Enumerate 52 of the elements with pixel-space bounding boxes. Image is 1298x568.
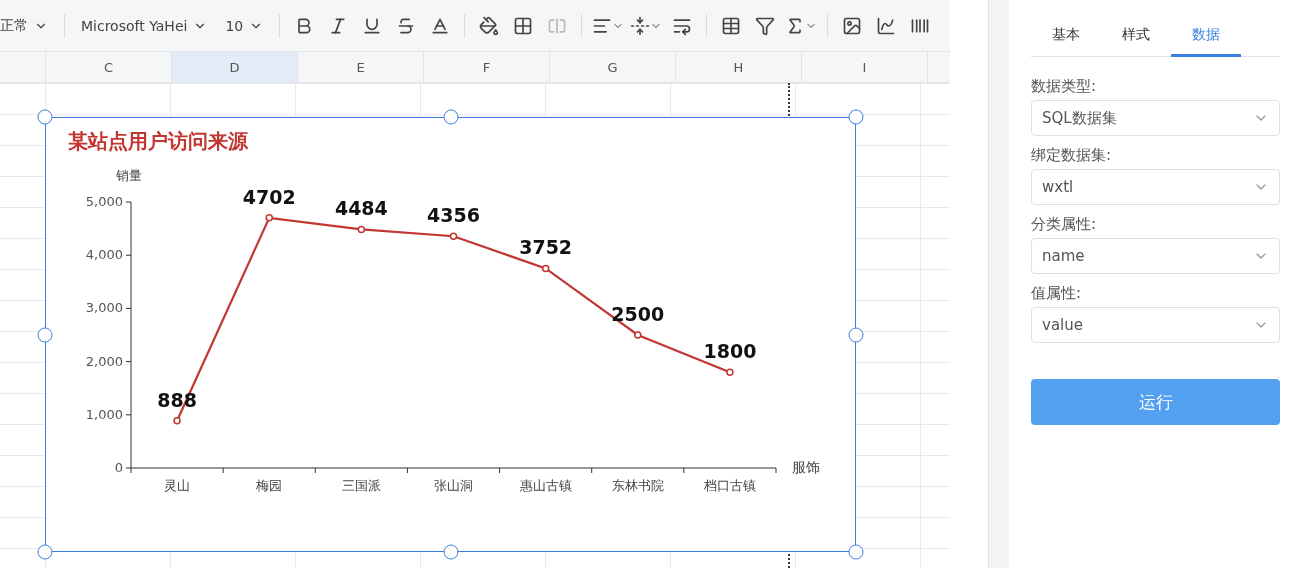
select-field[interactable]: SQL数据集 — [1031, 100, 1280, 136]
data-point — [265, 214, 273, 222]
y-tick-label: 2,000 — [85, 353, 123, 369]
data-label: 4356 — [427, 204, 480, 227]
y-tick-label: 5,000 — [85, 194, 123, 209]
tab[interactable]: 基本 — [1031, 18, 1101, 57]
field-label: 数据类型: — [1031, 77, 1098, 96]
data-label: 2500 — [611, 303, 665, 325]
column-header[interactable]: G — [550, 52, 676, 82]
x-tick-label: 档口古镇 — [703, 478, 756, 493]
resize-handle[interactable] — [37, 544, 53, 560]
column-header[interactable]: D — [172, 52, 298, 82]
tab[interactable]: 样式 — [1101, 18, 1171, 57]
y-axis-title: 销量 — [116, 168, 142, 183]
select-field[interactable]: name — [1031, 238, 1280, 274]
data-point — [449, 232, 458, 240]
field-label: 绑定数据集: — [1031, 146, 1113, 165]
x-tick-label: 梅园 — [256, 478, 283, 493]
select-field[interactable]: wxtl — [1031, 169, 1280, 205]
data-point — [726, 368, 734, 376]
resize-handle[interactable] — [37, 109, 53, 125]
data-point — [357, 225, 366, 234]
y-tick-label: 1,000 — [85, 406, 123, 422]
font-size-dropdown[interactable]: 10 — [219, 10, 270, 41]
y-tick-label: 0 — [114, 460, 123, 475]
data-label: 4484 — [334, 197, 388, 220]
column-header[interactable]: F — [424, 52, 550, 82]
data-point — [634, 331, 642, 339]
field-label: 值属性: — [1031, 284, 1083, 303]
tab[interactable]: 数据 — [1171, 18, 1241, 57]
data-point — [541, 264, 550, 273]
data-label: 1800 — [703, 340, 757, 363]
style-dropdown[interactable]: 正常 — [0, 10, 54, 41]
field-label: 分类属性: — [1031, 215, 1098, 234]
data-point — [173, 417, 181, 425]
x-axis-title: 服饰 — [792, 459, 820, 475]
x-tick-label: 惠山古镇 — [519, 478, 572, 493]
select-field[interactable]: value — [1031, 307, 1280, 343]
font-dropdown[interactable]: Microsoft YaHei — [75, 10, 214, 41]
chart-title: 某站点用户访问来源 — [68, 128, 248, 155]
y-tick-label: 3,000 — [85, 300, 123, 316]
x-tick-label: 三国派 — [341, 478, 381, 493]
column-header[interactable]: H — [676, 52, 802, 82]
resize-handle[interactable] — [848, 109, 864, 125]
y-tick-label: 4,000 — [85, 247, 123, 263]
column-header[interactable]: I — [802, 52, 928, 82]
x-tick-label: 灵山 — [164, 478, 191, 493]
x-tick-label: 张山洞 — [434, 478, 473, 493]
data-label: 4702 — [242, 185, 296, 208]
data-label: 3752 — [519, 236, 573, 259]
column-header[interactable]: E — [298, 52, 424, 82]
x-tick-label: 东林书院 — [611, 478, 664, 493]
